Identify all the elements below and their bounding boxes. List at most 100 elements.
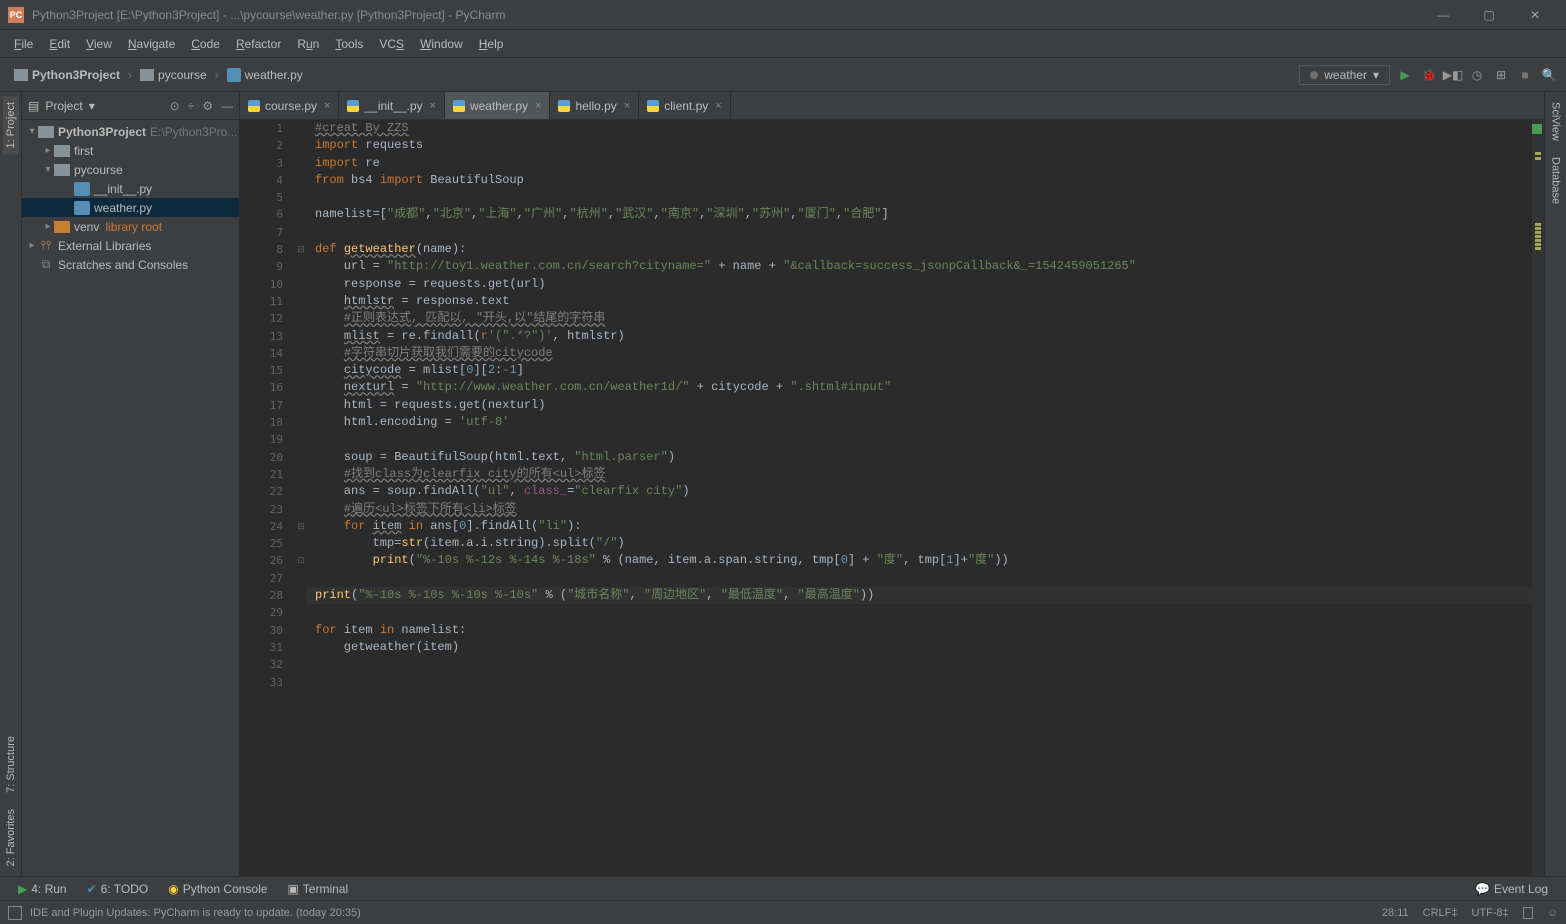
code-text[interactable]: #creat By ZZS [307,120,1532,137]
fold-gutter[interactable] [295,535,307,552]
code-line[interactable]: 26⊡ print("%-10s %-12s %-14s %-18s" % (n… [240,552,1532,569]
code-text[interactable]: htmlstr = response.text [307,293,1532,310]
code-text[interactable]: #遍历<ul>标签下所有<li>标签 [307,501,1532,518]
hide-icon[interactable]: — [221,99,233,113]
tree-folder-first[interactable]: ▸first [22,141,239,160]
menu-navigate[interactable]: Navigate [120,34,183,54]
fold-gutter[interactable] [295,449,307,466]
settings-icon[interactable]: ⚙ [202,99,213,113]
code-line[interactable]: 10 response = requests.get(url) [240,276,1532,293]
code-line[interactable]: 28print("%-10s %-10s %-10s %-10s" % ("城市… [240,587,1532,604]
caret-position[interactable]: 28:11 [1382,907,1409,919]
menu-refactor[interactable]: Refactor [228,34,289,54]
code-line[interactable]: 5 [240,189,1532,206]
code-line[interactable]: 27 [240,570,1532,587]
tree-folder-pycourse[interactable]: ▾pycourse [22,160,239,179]
code-text[interactable]: soup = BeautifulSoup(html.text, "html.pa… [307,449,1532,466]
toolwindow-favorites-tab[interactable]: 2: Favorites [3,803,19,872]
code-line[interactable]: 17 html = requests.get(nexturl) [240,397,1532,414]
code-text[interactable] [307,674,1532,691]
fold-gutter[interactable] [295,483,307,500]
menu-file[interactable]: File [6,34,41,54]
fold-gutter[interactable] [295,293,307,310]
menu-window[interactable]: Window [412,34,471,54]
code-line[interactable]: 18 html.encoding = 'utf-8' [240,414,1532,431]
code-text[interactable] [307,656,1532,673]
code-line[interactable]: 32 [240,656,1532,673]
code-text[interactable]: citycode = mlist[0][2:-1] [307,362,1532,379]
code-line[interactable]: 12 #正则表达式, 匹配以, "开头,以"结尾的字符串 [240,310,1532,327]
code-text[interactable]: ans = soup.findAll("ul", class_="clearfi… [307,483,1532,500]
code-line[interactable]: 24⊟ for item in ans[0].findAll("li"): [240,518,1532,535]
code-text[interactable]: response = requests.get(url) [307,276,1532,293]
menu-run[interactable]: Run [289,34,327,54]
code-text[interactable] [307,189,1532,206]
code-text[interactable]: print("%-10s %-12s %-14s %-18s" % (name,… [307,552,1532,569]
code-text[interactable]: for item in ans[0].findAll("li"): [307,518,1532,535]
close-button[interactable]: ✕ [1512,0,1558,30]
line-separator[interactable]: CRLF‡ [1423,907,1458,919]
code-line[interactable]: 25 tmp=str(item.a.i.string).split("/") [240,535,1532,552]
fold-gutter[interactable]: ⊡ [295,552,307,569]
readonly-lock-icon[interactable] [1523,907,1533,919]
close-icon[interactable]: × [535,100,541,112]
toolwindow-database-tab[interactable]: Database [1548,151,1564,210]
code-line[interactable]: 15 citycode = mlist[0][2:-1] [240,362,1532,379]
code-text[interactable]: #正则表达式, 匹配以, "开头,以"结尾的字符串 [307,310,1532,327]
code-line[interactable]: 1#creat By ZZS [240,120,1532,137]
code-text[interactable]: tmp=str(item.a.i.string).split("/") [307,535,1532,552]
coverage-button[interactable]: ▶◧ [1444,66,1462,84]
breadcrumb-root[interactable]: Python3Project [8,66,126,84]
tree-file-weather[interactable]: weather.py [22,198,239,217]
toolwindow-sciview-tab[interactable]: SciView [1548,96,1564,147]
code-line[interactable]: 22 ans = soup.findAll("ul", class_="clea… [240,483,1532,500]
collapse-all-icon[interactable]: ÷ [188,99,195,113]
code-text[interactable] [307,604,1532,621]
code-text[interactable]: getweather(item) [307,639,1532,656]
menu-code[interactable]: Code [183,34,228,54]
close-icon[interactable]: × [624,100,630,112]
code-line[interactable]: 29 [240,604,1532,621]
code-text[interactable]: namelist=["成都","北京","上海","广州","杭州","武汉",… [307,206,1532,223]
breadcrumb-file[interactable]: weather.py [221,66,309,84]
code-text[interactable]: import re [307,155,1532,172]
code-line[interactable]: 21 #找到class为clearfix city的所有<ul>标签 [240,466,1532,483]
toolwindow-todo-tab[interactable]: ✔6: TODO [77,880,159,898]
code-text[interactable] [307,570,1532,587]
scroll-from-source-icon[interactable]: ⊙ [170,99,180,113]
menu-tools[interactable]: Tools [327,34,371,54]
code-text[interactable]: html.encoding = 'utf-8' [307,414,1532,431]
fold-gutter[interactable] [295,639,307,656]
code-line[interactable]: 16 nexturl = "http://www.weather.com.cn/… [240,379,1532,396]
close-icon[interactable]: × [715,100,721,112]
concurrency-button[interactable]: ⊞ [1492,66,1510,84]
fold-gutter[interactable] [295,656,307,673]
fold-gutter[interactable] [295,120,307,137]
code-line[interactable]: 9 url = "http://toy1.weather.com.cn/sear… [240,258,1532,275]
fold-gutter[interactable] [295,258,307,275]
minimize-button[interactable]: — [1420,0,1466,30]
fold-gutter[interactable] [295,587,307,604]
code-text[interactable]: from bs4 import BeautifulSoup [307,172,1532,189]
editor-body[interactable]: 1#creat By ZZS2import requests3import re… [240,120,1544,876]
editor-tab[interactable]: client.py× [639,92,730,119]
editor-tab[interactable]: course.py× [240,92,339,119]
search-everywhere-button[interactable]: 🔍 [1540,66,1558,84]
fold-gutter[interactable] [295,224,307,241]
fold-gutter[interactable] [295,137,307,154]
fold-gutter[interactable] [295,674,307,691]
fold-gutter[interactable] [295,172,307,189]
fold-gutter[interactable] [295,206,307,223]
code-text[interactable] [307,224,1532,241]
profile-button[interactable]: ◷ [1468,66,1486,84]
code-text[interactable]: def getweather(name): [307,241,1532,258]
code-line[interactable]: 19 [240,431,1532,448]
fold-gutter[interactable] [295,570,307,587]
code-text[interactable]: import requests [307,137,1532,154]
fold-gutter[interactable] [295,501,307,518]
toolwindows-toggle-icon[interactable] [8,906,22,920]
run-config-selector[interactable]: weather ▾ [1299,65,1390,85]
fold-gutter[interactable] [295,604,307,621]
code-line[interactable]: 2import requests [240,137,1532,154]
fold-gutter[interactable] [295,345,307,362]
